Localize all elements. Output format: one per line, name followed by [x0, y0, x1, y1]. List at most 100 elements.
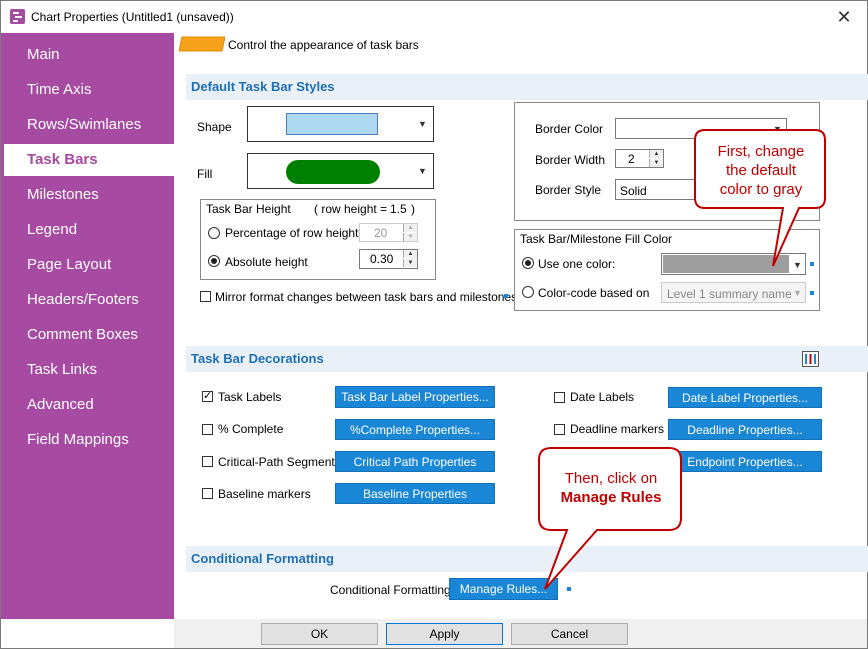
percentage-label: Percentage of row height [225, 226, 359, 240]
sidebar: Main Time Axis Rows/Swimlanes Task Bars … [1, 33, 174, 619]
callout-line: the default [725, 162, 797, 179]
sidebar-item-task-bars[interactable]: Task Bars [4, 144, 174, 176]
chevron-down-icon: ▼ [418, 119, 427, 129]
color-code-label: Color-code based on [538, 286, 650, 300]
border-width-label: Border Width [535, 153, 606, 167]
task-bar-label-properties-button[interactable]: Task Bar Label Properties... [335, 386, 495, 408]
color-code-radio[interactable] [522, 286, 534, 298]
percentage-radio[interactable] [208, 227, 220, 239]
window-title: Chart Properties (Untitled1 (unsaved)) [31, 10, 234, 24]
percent-complete-properties-button[interactable]: %Complete Properties... [335, 419, 495, 440]
mirror-checkbox[interactable] [200, 291, 211, 302]
ok-button[interactable]: OK [261, 623, 378, 645]
sidebar-item-rows-swimlanes[interactable]: Rows/Swimlanes [1, 109, 174, 141]
shape-label: Shape [197, 120, 232, 134]
spin-up-icon[interactable]: ▲ [403, 250, 417, 258]
border-style-value: Solid [620, 184, 647, 198]
shape-preview [286, 113, 378, 135]
deadline-markers-checkbox[interactable] [554, 424, 565, 435]
cancel-button[interactable]: Cancel [511, 623, 628, 645]
date-label-properties-button[interactable]: Date Label Properties... [668, 387, 822, 408]
sidebar-item-time-axis[interactable]: Time Axis [1, 74, 174, 106]
critical-path-checkbox[interactable] [202, 456, 213, 467]
page-description: Control the appearance of task bars [228, 38, 419, 52]
spin-down-icon[interactable]: ▼ [403, 259, 417, 267]
sidebar-item-milestones[interactable]: Milestones [1, 179, 174, 211]
color-code-value: Level 1 summary name [667, 287, 792, 301]
shape-dropdown[interactable]: ▼ [247, 106, 434, 142]
close-button[interactable]: ✕ [827, 4, 861, 30]
callout-bubble-2 [538, 447, 682, 590]
sidebar-item-headers-footers[interactable]: Headers/Footers [1, 284, 174, 316]
sidebar-item-page-layout[interactable]: Page Layout [1, 249, 174, 281]
callout-text-2: Then, click on Manage Rules [541, 469, 681, 507]
task-labels-checkbox[interactable]: ✓ [202, 391, 213, 402]
spin-up-icon[interactable]: ▲ [649, 150, 663, 158]
critical-path-properties-button[interactable]: Critical Path Properties [335, 451, 495, 472]
sidebar-item-main[interactable]: Main [1, 39, 174, 71]
settings-sliders-icon[interactable] [802, 351, 819, 367]
height-group-title: Task Bar Height [206, 202, 291, 216]
color-code-dropdown[interactable]: Level 1 summary name ▼ [661, 282, 806, 303]
date-labels-label: Date Labels [570, 390, 635, 404]
chevron-down-icon: ▼ [418, 166, 427, 176]
callout-line: First, change [717, 143, 805, 160]
spin-down-icon[interactable]: ▼ [649, 159, 663, 167]
section-default-styles: Default Task Bar Styles [186, 74, 868, 100]
baseline-markers-checkbox[interactable] [202, 488, 213, 499]
chevron-down-icon: ▼ [793, 288, 802, 298]
percentage-value: 20 [374, 226, 388, 240]
mirror-label: Mirror format changes between task bars … [215, 290, 518, 304]
border-width-spinner[interactable]: 2 ▲ ▼ [615, 149, 664, 168]
task-bar-sample-icon [179, 36, 225, 52]
date-labels-checkbox[interactable] [554, 392, 565, 403]
percent-complete-label: % Complete [218, 422, 284, 436]
sidebar-item-field-mappings[interactable]: Field Mappings [1, 424, 174, 456]
apply-button[interactable]: Apply [386, 623, 503, 645]
callout-line-bold: Manage Rules [560, 489, 662, 506]
absolute-spinner[interactable]: 0.30 ▲ ▼ [359, 249, 418, 269]
section-title: Default Task Bar Styles [191, 79, 335, 94]
border-style-label: Border Style [535, 183, 602, 197]
sidebar-item-legend[interactable]: Legend [1, 214, 174, 246]
conditional-formatting-label: Conditional Formatting [330, 583, 451, 597]
section-decorations: Task Bar Decorations [186, 346, 868, 372]
task-labels-label: Task Labels [218, 390, 282, 404]
fill-preview [286, 160, 380, 184]
baseline-properties-button[interactable]: Baseline Properties [335, 483, 495, 504]
spin-down-icon[interactable]: ▼ [403, 233, 417, 241]
info-dot-icon [810, 291, 814, 295]
title-bar: Chart Properties (Untitled1 (unsaved)) ✕ [1, 1, 867, 33]
row-height-close: ) [411, 202, 415, 216]
percentage-spinner[interactable]: 20 ▲ ▼ [359, 223, 418, 242]
endpoint-properties-button[interactable]: Endpoint Properties... [668, 451, 822, 472]
absolute-label: Absolute height [225, 255, 308, 269]
section-title: Task Bar Decorations [191, 351, 324, 366]
fill-label: Fill [197, 167, 213, 181]
deadline-properties-button[interactable]: Deadline Properties... [668, 419, 822, 440]
absolute-value: 0.30 [370, 252, 394, 266]
baseline-markers-label: Baseline markers [218, 487, 311, 501]
absolute-radio[interactable] [208, 255, 220, 267]
callout-text-1: First, change the default color to gray [697, 142, 825, 199]
use-one-color-label: Use one color: [538, 257, 616, 271]
border-color-label: Border Color [535, 122, 604, 136]
callout-line: color to gray [719, 181, 803, 198]
dialog-window: Chart Properties (Untitled1 (unsaved)) ✕… [0, 0, 868, 649]
critical-path-label: Critical-Path Segments [218, 455, 341, 469]
percent-complete-checkbox[interactable] [202, 424, 213, 435]
sidebar-item-task-links[interactable]: Task Links [1, 354, 174, 386]
deadline-markers-label: Deadline markers [570, 422, 665, 436]
callout-line: Then, click on [564, 470, 658, 487]
row-height-value: 1.5 [390, 202, 407, 216]
use-one-color-radio[interactable] [522, 257, 534, 269]
sidebar-item-advanced[interactable]: Advanced [1, 389, 174, 421]
app-icon [10, 9, 25, 24]
section-conditional: Conditional Formatting [186, 546, 868, 572]
section-title: Conditional Formatting [191, 551, 334, 566]
border-width-value: 2 [628, 152, 635, 166]
fill-dropdown[interactable]: ▼ [247, 153, 434, 189]
sidebar-item-comment-boxes[interactable]: Comment Boxes [1, 319, 174, 351]
spin-up-icon[interactable]: ▲ [403, 224, 417, 232]
fill-color-group-title: Task Bar/Milestone Fill Color [520, 232, 673, 246]
